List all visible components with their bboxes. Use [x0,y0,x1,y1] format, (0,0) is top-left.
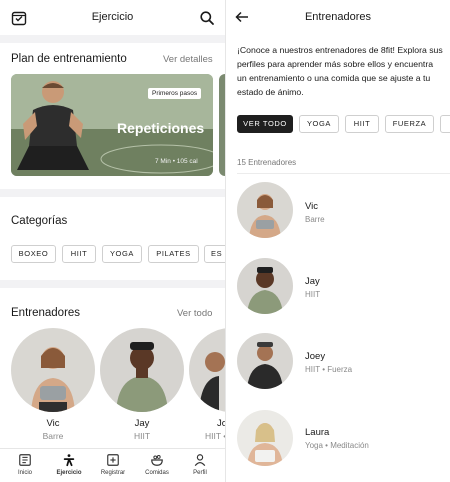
trainer-specialty: HIIT • Fuerza [305,365,353,374]
page-title: Ejercicio [91,11,134,23]
trainer-avatar-laura[interactable] [237,410,293,466]
trainer-avatar-jay[interactable] [100,328,184,412]
filter-chip-ver-todo[interactable]: VER TODO [237,115,293,133]
ejercicio-screen: Ejercicio Plan de entrenamiento Ver deta… [0,0,225,482]
category-chip-yoga[interactable]: YOGA [102,245,142,263]
trainer-avatar-joey[interactable] [237,333,293,389]
trainer-name: Laura [305,427,330,438]
trainer-avatar-jay[interactable] [237,258,293,314]
home-icon [19,454,31,466]
trainer-avatar-vic[interactable] [237,182,293,238]
tab-label: Registrar [100,470,126,476]
section-separator [0,189,225,197]
category-chip-pilates[interactable]: PILATES [148,245,199,263]
page-title: Entrenadores [304,11,372,23]
workout-plan-card[interactable]: Primeros pasos Repeticiones 7 Min • 105 … [11,74,213,176]
category-chip-hiit[interactable]: HIIT [62,245,96,263]
plus-square-icon [107,454,119,466]
top-bar: Entrenadores [226,0,450,36]
filter-chip-fuerza[interactable]: FUERZA [385,115,434,133]
intro-text: ¡Conoce a nuestros entrenadores de 8fit!… [237,45,443,97]
trainer-specialty: HIIT • Fu [205,431,225,441]
tab-registrar[interactable]: Registrar [93,453,133,476]
trainer-name: Jay [134,418,150,429]
trainer-avatar-vic[interactable] [11,328,95,412]
trainer-specialty: HIIT [305,290,321,299]
ver-todo-link[interactable]: Ver todo [177,308,212,319]
section-separator [0,280,225,288]
list-divider [237,173,450,174]
tab-label: Comidas [145,470,169,476]
tab-comidas[interactable]: Comidas [137,453,177,476]
plan-card-meta: 7 Min • 105 cal [155,158,198,165]
plan-section-title: Plan de entrenamiento [11,53,127,65]
trainer-count: 15 Entrenadores [237,158,297,167]
trainer-name: Jo [217,418,225,429]
meals-icon [151,455,163,466]
top-bar: Ejercicio [0,0,225,36]
category-chip-boxeo[interactable]: BOXEO [11,245,56,263]
trainer-specialty: Barre [42,431,64,441]
search-icon[interactable] [199,10,215,26]
workout-icon [63,454,75,467]
filter-chip-yoga[interactable]: YOGA [299,115,339,133]
trainer-specialty: Yoga • Meditación [305,441,369,450]
filter-chip-hiit[interactable]: HIIT [345,115,379,133]
filter-chip-more[interactable] [440,115,450,133]
ver-detalles-link[interactable]: Ver detalles [163,54,213,65]
tab-label: Ejercicio [56,470,82,476]
tab-ejercicio[interactable]: Ejercicio [49,453,89,476]
profile-icon [194,454,206,467]
tab-label: Inicio [17,470,32,476]
plan-tag: Primeros pasos [148,88,202,99]
trainer-specialty: Barre [305,215,325,224]
categories-section-title: Categorías [11,215,68,227]
trainers-section-title: Entrenadores [11,307,81,319]
plan-card-title: Repeticiones [117,120,205,136]
trainer-name: Joey [305,351,326,362]
entrenadores-screen: Entrenadores ¡Conoce a nuestros entrenad… [226,0,450,482]
trainer-name: Jay [305,276,320,287]
category-chip-more[interactable]: ES [204,245,225,263]
trainer-avatar-joey[interactable] [189,328,225,412]
tab-inicio[interactable]: Inicio [5,453,45,476]
trainer-name: Vic [305,201,319,212]
tab-perfil[interactable]: Perfil [180,453,220,476]
bottom-tab-bar: Inicio Ejercicio Registrar Comidas Perfi… [0,448,225,482]
trainer-specialty: HIIT [133,431,151,441]
section-separator [0,35,225,43]
trainer-name: Vic [46,418,60,429]
tab-label: Perfil [193,470,207,476]
